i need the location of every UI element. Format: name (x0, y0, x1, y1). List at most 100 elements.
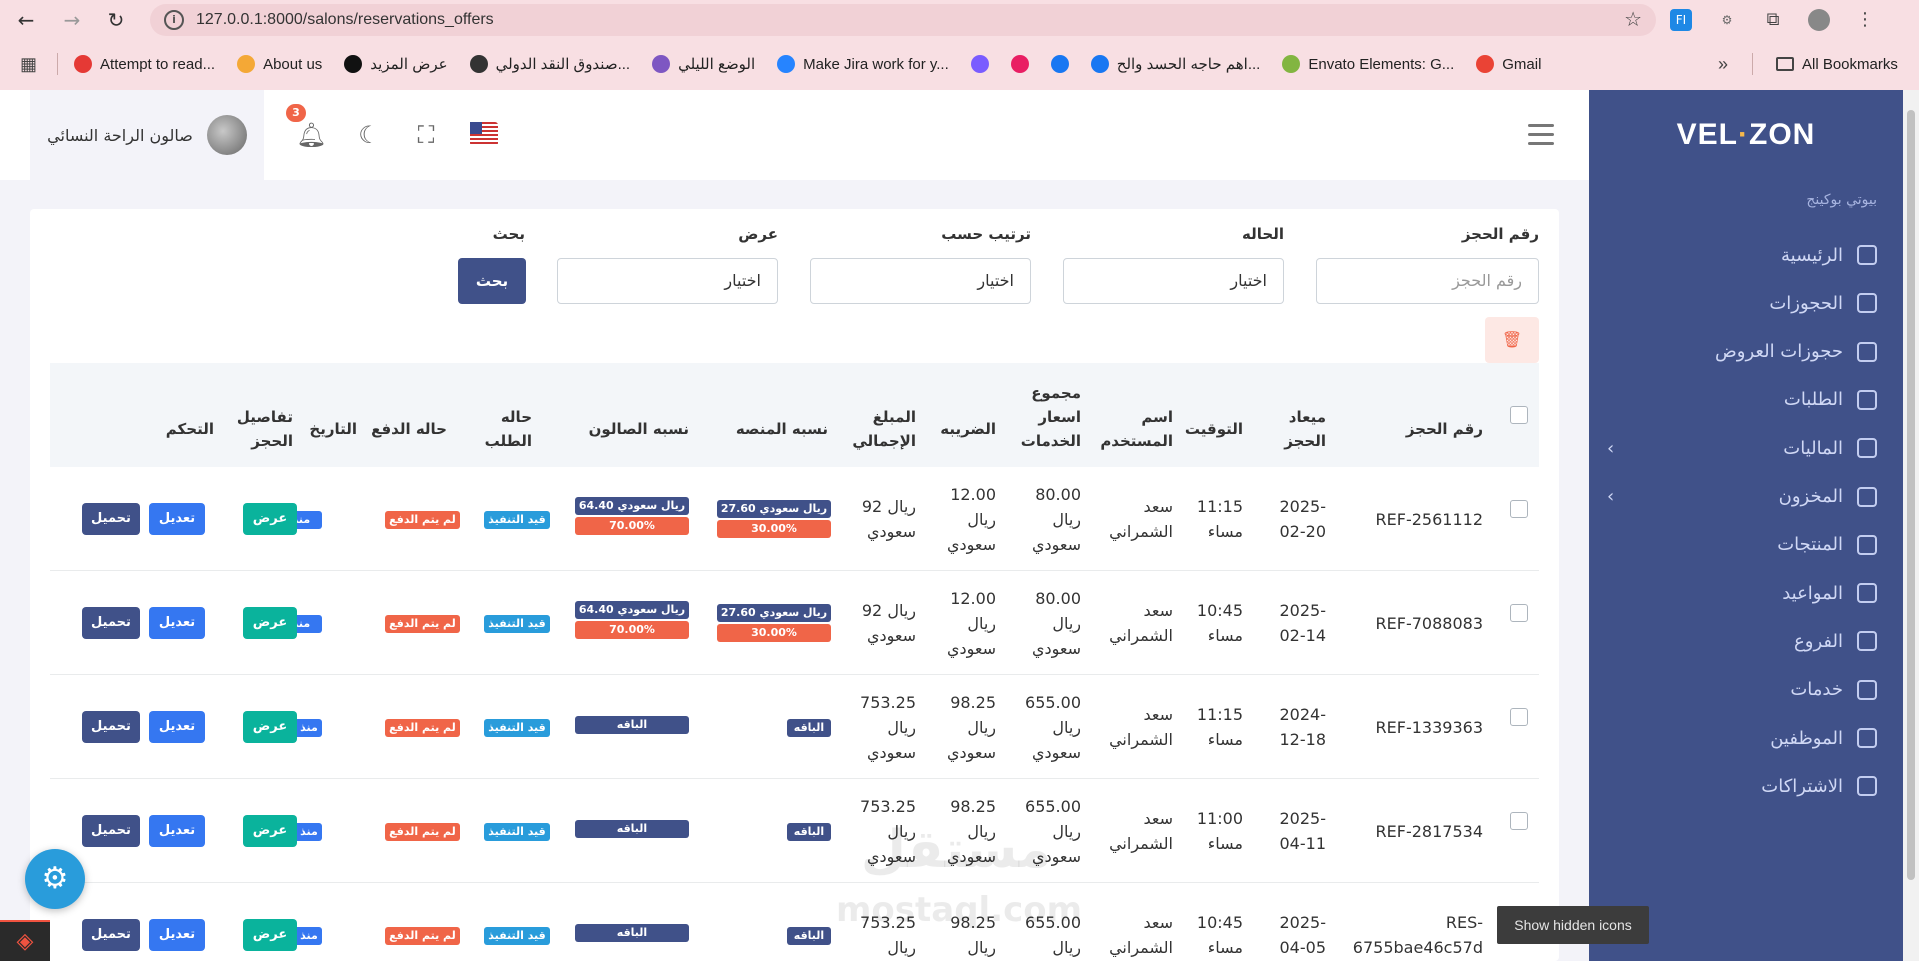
row-checkbox[interactable] (1510, 812, 1528, 830)
sidebar-item[interactable]: الطلبات (1607, 380, 1877, 420)
bookmark-label: عرض المزيد (370, 56, 448, 73)
sidebar-item[interactable]: الموظفين (1607, 718, 1877, 758)
download-button[interactable]: تحميل (82, 607, 140, 639)
bookmark-item[interactable] (1010, 55, 1029, 73)
sidebar-item[interactable]: حجوزات العروض (1607, 332, 1877, 372)
view-button[interactable]: عرض (243, 919, 297, 951)
forward-icon[interactable]: → (60, 8, 84, 32)
sort-select[interactable]: اختيار (810, 258, 1031, 304)
site-info-icon[interactable]: i (164, 10, 184, 30)
status-select[interactable]: اختيار (1063, 258, 1284, 304)
cell-date: 2025- 04-11 (1279, 809, 1327, 853)
sidebar-item[interactable]: المنتجات (1607, 525, 1877, 565)
menu-dots-icon[interactable]: ⋮ (1854, 9, 1876, 31)
filter-label-status: الحاله (1242, 225, 1284, 243)
fullscreen-icon[interactable]: ⛶ (411, 120, 441, 150)
sidebar-item[interactable]: الرئيسية (1607, 235, 1877, 275)
salon-package-badge: الباقه (575, 716, 689, 734)
delete-selected-button[interactable]: 🗑︎ (1485, 317, 1539, 363)
sidebar-item[interactable]: المخزون ‹ (1607, 477, 1877, 517)
laravel-debug-icon[interactable]: ◈ (0, 920, 50, 961)
notification-badge: 3 (286, 104, 306, 122)
view-button[interactable]: عرض (243, 815, 297, 847)
bookmark-favicon-icon (469, 55, 488, 73)
profile-avatar-icon[interactable] (1808, 9, 1830, 31)
table-header: رقم الحجز ميعاد الحجز التوقيت اسم المستخدم… (50, 363, 1539, 467)
scrollbar[interactable] (1903, 90, 1919, 961)
th-tax: الضريبه (940, 420, 996, 438)
row-checkbox[interactable] (1510, 500, 1528, 518)
view-button[interactable]: عرض (243, 503, 297, 535)
download-button[interactable]: تحميل (82, 711, 140, 743)
bookmark-label: Make Jira work for y... (803, 55, 949, 73)
bookmark-favicon-icon (777, 55, 796, 73)
download-button[interactable]: تحميل (82, 503, 140, 535)
sidebar-item[interactable]: خدمات (1607, 670, 1877, 710)
bookmark-item[interactable]: الوضع الليلي (652, 55, 755, 73)
edit-button[interactable]: تعديل (149, 711, 205, 743)
filter-label-show: عرض (738, 225, 778, 243)
us-flag-icon[interactable] (470, 122, 498, 146)
search-button[interactable]: بحث (458, 258, 526, 304)
sidebar-item[interactable]: الفروع (1607, 621, 1877, 661)
download-button[interactable]: تحميل (82, 815, 140, 847)
edit-button[interactable]: تعديل (149, 815, 205, 847)
view-button[interactable]: عرض (243, 607, 297, 639)
cell-total: 753.25 ريال سعودي (860, 692, 916, 762)
bookmark-item[interactable]: Attempt to read... (74, 55, 215, 73)
menu-toggle-icon[interactable] (1528, 124, 1554, 146)
sidebar-item-label: خدمات (1790, 679, 1843, 701)
settings-gear-button[interactable]: ⚙ (25, 849, 85, 909)
extension-icon[interactable]: FI (1670, 9, 1692, 31)
bookmark-item[interactable]: صندوق النقد الدولي... (469, 55, 630, 73)
sidebar-item[interactable]: الحجوزات (1607, 283, 1877, 323)
cell-user: سعد الشمراني (1109, 705, 1173, 749)
platform-package-badge: الباقه (787, 719, 831, 737)
row-checkbox[interactable] (1510, 604, 1528, 622)
bookmark-item[interactable]: Envato Elements: G... (1282, 55, 1454, 73)
bookmark-item[interactable]: Make Jira work for y... (777, 55, 949, 73)
row-checkbox[interactable] (1510, 708, 1528, 726)
th-pay-status: حاله الدفع (371, 420, 447, 438)
edit-button[interactable]: تعديل (149, 607, 205, 639)
moon-icon[interactable]: ☾ (354, 120, 384, 150)
bookmark-item[interactable]: About us (237, 55, 322, 73)
sidebar-item-label: الفروع (1794, 630, 1843, 652)
chevron-icon: ‹ (1607, 486, 1615, 507)
platform-package-badge: الباقه (787, 927, 831, 945)
cell-tax: 98.25 ريال سعودي (946, 692, 996, 762)
sidebar-item[interactable]: الاشتراكات (1607, 766, 1877, 806)
bookmark-item[interactable]: عرض المزيد (344, 55, 448, 73)
bookmark-item[interactable] (970, 55, 989, 73)
sidebar-item[interactable]: الماليات ‹ (1607, 428, 1877, 468)
extension-icon[interactable]: ⚙ (1716, 9, 1738, 31)
user-profile[interactable]: صالون الراحة النسائي (30, 90, 264, 180)
address-row: ← → ↻ i 127.0.0.1:8000/salons/reservatio… (0, 0, 1919, 40)
edit-button[interactable]: تعديل (149, 503, 205, 535)
edit-button[interactable]: تعديل (149, 919, 205, 951)
puzzle-icon[interactable]: ⧉ (1762, 9, 1784, 31)
bell-icon[interactable]: 🔔︎ (296, 120, 326, 150)
dollar-icon (1857, 438, 1877, 459)
sidebar-item[interactable]: المواعيد (1607, 573, 1877, 613)
bookmark-star-icon[interactable]: ☆ (1624, 7, 1642, 31)
cell-res-no: REF-2561112 (1375, 509, 1483, 529)
more-bookmarks-icon[interactable]: » (1718, 54, 1728, 75)
logo[interactable]: VEL·ZON (1589, 118, 1903, 152)
bookmark-item[interactable] (1050, 55, 1069, 73)
res-no-input[interactable]: رقم الحجز (1316, 258, 1539, 304)
select-all-checkbox[interactable] (1510, 406, 1528, 424)
reload-icon[interactable]: ↻ (104, 8, 128, 32)
all-bookmarks[interactable]: All Bookmarks (1776, 56, 1898, 73)
back-icon[interactable]: ← (14, 8, 38, 32)
apps-grid-icon[interactable]: ▦ (20, 54, 37, 75)
address-bar[interactable]: i 127.0.0.1:8000/salons/reservations_off… (150, 4, 1656, 36)
bookmark-item[interactable]: Gmail (1476, 55, 1541, 73)
download-button[interactable]: تحميل (82, 919, 140, 951)
th-details: تفاصيل الحجز (236, 408, 293, 450)
scroll-thumb[interactable] (1907, 110, 1915, 880)
bookmark-item[interactable]: اهم حاجه الحسد والح... (1090, 55, 1260, 73)
bookmark-favicon-icon (1282, 55, 1301, 73)
view-button[interactable]: عرض (243, 711, 297, 743)
show-select[interactable]: اختيار (557, 258, 778, 304)
